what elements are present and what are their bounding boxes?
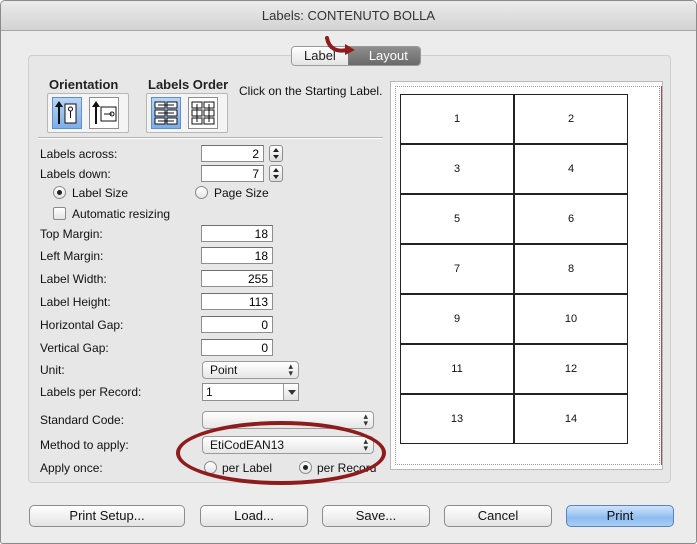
print-setup-button[interactable]: Print Setup... (29, 505, 185, 527)
column-order-icon[interactable] (188, 97, 218, 129)
divider (38, 137, 383, 139)
updown-arrows-icon: ▴ ▾ (288, 361, 293, 378)
left-margin-label: Left Margin: (40, 249, 104, 263)
unit-label: Unit: (40, 363, 65, 377)
labels-across-label: Labels across: (40, 147, 118, 161)
automatic-resizing-checkbox[interactable] (53, 207, 66, 220)
horizontal-gap-label: Horizontal Gap: (40, 318, 124, 332)
method-value: EtiCodEAN13 (210, 438, 285, 452)
label-cell[interactable]: 2 (514, 94, 628, 144)
label-cell[interactable]: 6 (514, 194, 628, 244)
annotation-arrow-icon (325, 36, 355, 55)
labels-down-stepper[interactable] (269, 165, 283, 182)
landscape-icon[interactable] (89, 97, 119, 129)
updown-arrows-icon: ▴ ▾ (363, 436, 368, 453)
label-size-radio[interactable] (53, 186, 66, 199)
row-order-icon[interactable] (151, 97, 181, 129)
horizontal-gap-field[interactable] (201, 316, 273, 333)
label-cell[interactable]: 8 (514, 244, 628, 294)
chevron-down-icon[interactable] (283, 384, 298, 400)
label-size-label: Label Size (72, 186, 129, 200)
label-cell[interactable]: 9 (400, 294, 514, 344)
label-cell[interactable]: 7 (400, 244, 514, 294)
label-preview: 1 2 3 4 5 6 7 8 9 10 11 12 13 14 (390, 81, 663, 470)
label-cell[interactable]: 1 (400, 94, 514, 144)
unit-popup[interactable]: Point ▴ ▾ (202, 361, 299, 379)
method-popup[interactable]: EtiCodEAN13 ▴ ▾ (202, 436, 374, 454)
top-margin-label: Top Margin: (40, 227, 103, 241)
labels-window: Labels: CONTENUTO BOLLA Label Layout Ori… (0, 0, 697, 544)
per-record-radio[interactable] (299, 461, 312, 474)
unit-value: Point (210, 363, 238, 377)
per-label-label: per Label (222, 461, 273, 475)
label-cell[interactable]: 13 (400, 394, 514, 444)
load-button[interactable]: Load... (200, 505, 308, 527)
method-label: Method to apply: (40, 438, 129, 452)
vertical-gap-field[interactable] (201, 339, 273, 356)
window-title: Labels: CONTENUTO BOLLA (1, 1, 696, 31)
label-cell[interactable]: 11 (400, 344, 514, 394)
labels-down-label: Labels down: (40, 167, 111, 181)
label-cell[interactable]: 4 (514, 144, 628, 194)
print-button[interactable]: Print (566, 505, 674, 527)
page-edge-line (661, 86, 662, 465)
save-button[interactable]: Save... (322, 505, 430, 527)
labels-order-group (146, 93, 228, 133)
labels-order-title: Labels Order (148, 77, 229, 92)
labels-per-record-label: Labels per Record: (40, 385, 142, 399)
cancel-button[interactable]: Cancel (444, 505, 552, 527)
standard-code-popup[interactable]: ▴ ▾ (202, 411, 374, 429)
labels-across-stepper[interactable] (269, 145, 283, 162)
labels-per-record-combo[interactable]: 1 (202, 383, 299, 401)
vertical-gap-label: Vertical Gap: (40, 341, 109, 355)
left-margin-field[interactable] (201, 247, 273, 264)
label-width-label: Label Width: (40, 272, 107, 286)
updown-arrows-icon: ▴ ▾ (363, 411, 368, 428)
standard-code-label: Standard Code: (40, 413, 125, 427)
labels-down-field[interactable] (201, 165, 264, 182)
label-cell[interactable]: 10 (514, 294, 628, 344)
apply-once-label: Apply once: (40, 461, 103, 475)
orientation-title: Orientation (49, 77, 119, 92)
per-label-radio[interactable] (204, 461, 217, 474)
label-cell[interactable]: 5 (400, 194, 514, 244)
page-size-label: Page Size (214, 186, 269, 200)
label-cell[interactable]: 12 (514, 344, 628, 394)
tab-layout[interactable]: Layout (347, 47, 420, 65)
automatic-resizing-label: Automatic resizing (72, 207, 171, 221)
label-cell[interactable]: 14 (514, 394, 628, 444)
label-cell[interactable]: 3 (400, 144, 514, 194)
per-record-label: per Record (317, 461, 377, 475)
page-size-radio[interactable] (195, 186, 208, 199)
labels-across-field[interactable] (201, 145, 264, 162)
portrait-icon[interactable] (52, 97, 82, 129)
label-height-label: Label Height: (40, 295, 111, 309)
label-height-field[interactable] (201, 293, 273, 310)
orientation-group (47, 93, 129, 133)
labels-per-record-value: 1 (206, 385, 213, 399)
label-width-field[interactable] (201, 270, 273, 287)
top-margin-field[interactable] (201, 225, 273, 242)
starting-label-hint: Click on the Starting Label. (239, 84, 383, 98)
